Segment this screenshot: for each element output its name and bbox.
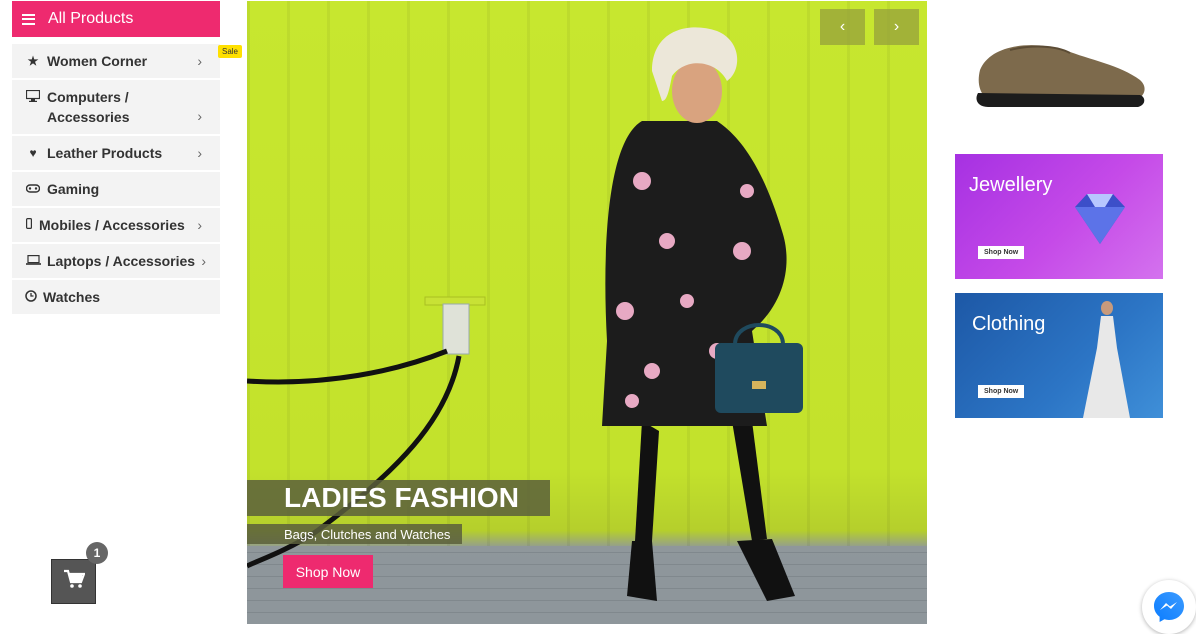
sidebar-item-label: Mobiles / Accessories <box>39 217 185 233</box>
sidebar-item-label: Watches <box>43 289 101 305</box>
cart-icon <box>63 569 86 594</box>
sidebar-item-gaming[interactable]: Gaming <box>12 172 220 206</box>
desktop-icon <box>25 89 41 105</box>
hero-shop-now-button[interactable]: Shop Now <box>283 555 373 588</box>
clock-icon <box>25 289 37 305</box>
clothing-banner[interactable]: Clothing Shop Now <box>955 293 1163 418</box>
sidebar-item-laptops[interactable]: Laptops / Accessories › <box>12 244 220 278</box>
messenger-chat-button[interactable] <box>1142 580 1196 634</box>
sidebar-item-label: Women Corner <box>47 53 148 69</box>
sidebar-item-mobiles[interactable]: Mobiles / Accessories › <box>12 208 220 242</box>
carousel-next-button[interactable]: › <box>874 9 919 45</box>
heart-icon: ♥ <box>29 146 37 160</box>
mobile-icon <box>25 218 33 232</box>
cart-button[interactable] <box>51 559 96 604</box>
chevron-right-icon: › <box>197 217 202 233</box>
chevron-right-icon: › <box>197 145 202 161</box>
sidebar-item-leather[interactable]: ♥ Leather Products › <box>12 136 220 170</box>
cart-count-badge: 1 <box>86 542 108 564</box>
sale-badge: Sale <box>217 45 242 58</box>
hamburger-icon <box>22 13 35 25</box>
chevron-right-icon: › <box>197 108 202 124</box>
carousel-prev-button[interactable]: ‹ <box>820 9 865 45</box>
hero-carousel[interactable]: ‹ › LADIES FASHION Bags, Clutches and Wa… <box>247 1 927 624</box>
shoe-promo-image[interactable] <box>970 25 1155 115</box>
sidebar-item-women-corner[interactable]: ★ Women Corner › Sale <box>12 44 242 78</box>
sidebar-item-label: Leather Products <box>47 145 163 161</box>
chevron-right-icon: › <box>197 53 202 69</box>
hero-title: LADIES FASHION <box>247 480 550 516</box>
jewellery-shop-now-button[interactable]: Shop Now <box>978 246 1025 259</box>
all-products-button[interactable]: All Products <box>12 1 220 37</box>
category-sidebar: All Products ★ Women Corner › Sale Compu… <box>12 1 242 316</box>
diamond-icon <box>1075 194 1125 244</box>
clothing-banner-title: Clothing <box>972 313 1046 335</box>
sidebar-item-label: Laptops / Accessories <box>47 253 196 269</box>
laptop-icon <box>25 254 41 268</box>
gamepad-icon <box>25 182 41 196</box>
jewellery-banner[interactable]: Jewellery Shop Now <box>955 154 1163 279</box>
clothing-shop-now-button[interactable]: Shop Now <box>978 385 1025 398</box>
sidebar-item-label: Computers / Accessories <box>47 89 130 125</box>
sidebar-item-watches[interactable]: Watches <box>12 280 220 314</box>
shoe-icon <box>976 45 1145 107</box>
all-products-label: All Products <box>48 10 134 27</box>
jewellery-banner-title: Jewellery <box>969 174 1053 196</box>
dress-model-image <box>1083 301 1130 418</box>
chevron-right-icon: › <box>201 253 206 269</box>
category-menu: ★ Women Corner › Sale Computers / Access… <box>12 44 242 314</box>
star-icon: ★ <box>27 54 39 68</box>
sidebar-item-label: Gaming <box>47 181 100 197</box>
sidebar-item-computers[interactable]: Computers / Accessories › <box>12 80 220 134</box>
hero-subtitle: Bags, Clutches and Watches <box>247 524 462 544</box>
messenger-icon <box>1154 592 1184 622</box>
